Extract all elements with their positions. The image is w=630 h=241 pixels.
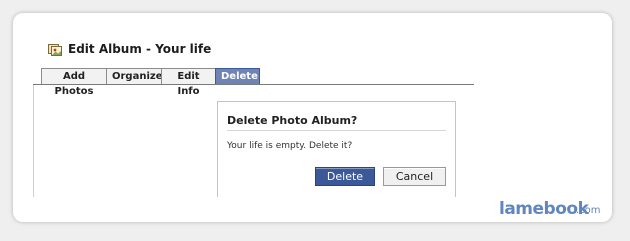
tab-edit-info[interactable]: Edit Info: [161, 68, 215, 97]
delete-album-dialog: Delete Photo Album? Your life is empty. …: [217, 101, 456, 197]
cancel-button[interactable]: Cancel: [383, 167, 446, 186]
dialog-title: Delete Photo Album?: [227, 114, 358, 127]
content-border: [33, 85, 34, 197]
album-header: Edit Album - Your life: [48, 40, 211, 58]
tab-add-photos[interactable]: Add Photos: [41, 68, 106, 97]
confirm-delete-button[interactable]: Delete: [315, 167, 375, 186]
dialog-divider: [227, 130, 446, 131]
watermark-brand: lamebook: [499, 199, 589, 219]
photo-album-icon: [48, 42, 62, 56]
tab-delete[interactable]: Delete: [215, 68, 260, 84]
tab-organize[interactable]: Organize: [106, 68, 163, 84]
page-title: Edit Album - Your life: [68, 42, 212, 56]
tab-divider: [33, 84, 474, 85]
dialog-message: Your life is empty. Delete it?: [227, 141, 353, 151]
album-tabs: Add Photos Organize Edit Info Delete: [41, 68, 260, 97]
watermark-suffix: .com: [576, 205, 601, 216]
